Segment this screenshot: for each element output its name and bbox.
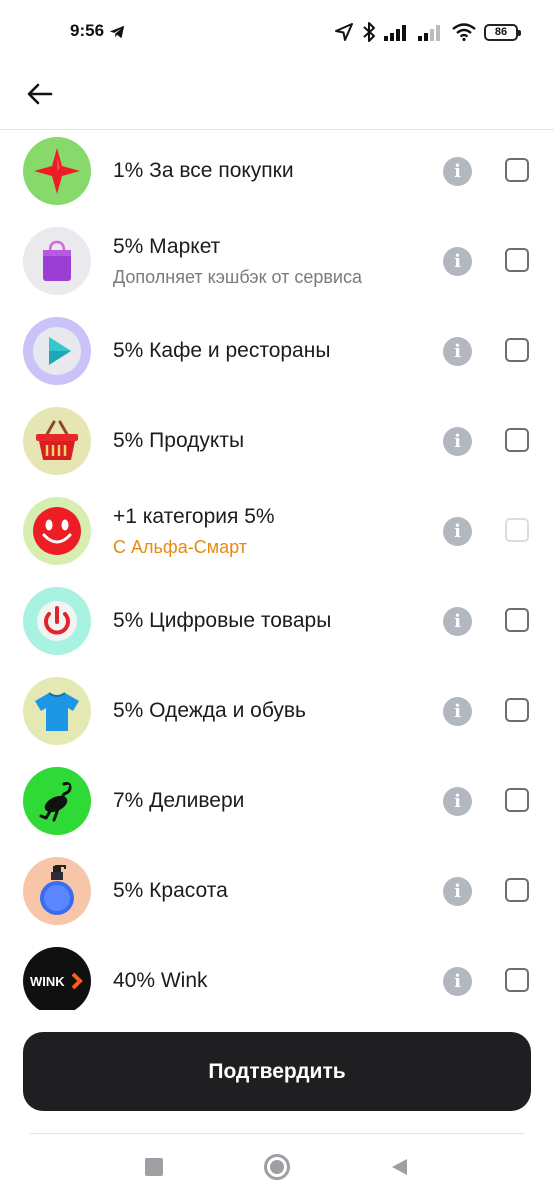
category-checkbox[interactable]	[505, 878, 529, 902]
nav-divider	[30, 1133, 524, 1134]
category-title: 1% За все покупки	[113, 159, 294, 182]
recent-apps-icon[interactable]	[145, 1158, 163, 1176]
category-checkbox[interactable]	[505, 698, 529, 722]
perfume-bottle-icon	[23, 857, 91, 925]
list-item[interactable]: 5% Одежда и обувь i	[0, 670, 554, 760]
top-bar	[0, 64, 554, 130]
list-item[interactable]: 5% Кафе и рестораны i	[0, 310, 554, 400]
back-button[interactable]	[22, 76, 58, 112]
category-title: 5% Красота	[113, 879, 228, 902]
category-checkbox[interactable]	[505, 428, 529, 452]
category-title: 40% Wink	[113, 969, 208, 992]
battery-level: 86	[494, 26, 508, 38]
bluetooth-icon	[363, 22, 375, 42]
category-checkbox[interactable]	[505, 248, 529, 272]
status-time: 9:56	[70, 21, 105, 40]
category-title: 5% Кафе и рестораны	[113, 339, 331, 362]
smiley-icon	[23, 497, 91, 565]
category-checkbox[interactable]	[505, 338, 529, 362]
category-list: 1% За все покупки i 5% Маркет Дополняет …	[0, 130, 554, 1010]
info-icon[interactable]: i	[443, 967, 472, 996]
category-checkbox[interactable]	[505, 968, 529, 992]
list-item[interactable]: 5% Маркет Дополняет кэшбэк от сервиса i	[0, 220, 554, 310]
category-title: 5% Продукты	[113, 429, 245, 452]
shopping-bag-icon	[23, 227, 91, 295]
home-icon[interactable]	[264, 1154, 290, 1180]
signal-icon	[418, 25, 440, 41]
tshirt-icon	[23, 677, 91, 745]
category-title: +1 категория 5%	[113, 505, 275, 528]
list-item[interactable]: 5% Красота i	[0, 850, 554, 940]
info-icon[interactable]: i	[443, 337, 472, 366]
info-icon[interactable]: i	[443, 247, 472, 276]
list-item[interactable]: 5% Цифровые товары i	[0, 580, 554, 670]
category-title: 5% Одежда и обувь	[113, 699, 306, 722]
category-checkbox	[505, 518, 529, 542]
info-icon[interactable]: i	[443, 787, 472, 816]
battery-icon: 86	[484, 23, 521, 41]
status-icons: 86	[334, 19, 521, 45]
svg-text:WINK: WINK	[30, 974, 65, 989]
location-icon	[335, 23, 353, 41]
wink-logo-icon: WINK	[23, 947, 91, 1010]
category-subtitle: С Альфа-Смарт	[113, 537, 247, 557]
info-icon[interactable]: i	[443, 607, 472, 636]
back-icon[interactable]	[389, 1157, 409, 1177]
confirm-button[interactable]: Подтвердить	[23, 1032, 531, 1111]
info-icon[interactable]: i	[443, 427, 472, 456]
info-icon[interactable]: i	[443, 157, 472, 186]
category-checkbox[interactable]	[505, 788, 529, 812]
list-item[interactable]: 1% За все покупки i	[0, 130, 554, 220]
info-icon[interactable]: i	[443, 517, 472, 546]
list-item[interactable]: WINK 40% Wink i	[0, 940, 554, 1010]
arrow-left-icon	[27, 83, 53, 105]
ostrich-icon	[23, 767, 91, 835]
category-subtitle: Дополняет кэшбэк от сервиса	[113, 267, 362, 287]
play-icon	[23, 317, 91, 385]
info-icon[interactable]: i	[443, 697, 472, 726]
status-bar: 9:56 86	[0, 0, 554, 64]
category-checkbox[interactable]	[505, 158, 529, 182]
list-item[interactable]: 7% Деливери i	[0, 760, 554, 850]
category-checkbox[interactable]	[505, 608, 529, 632]
telegram-icon	[109, 25, 125, 39]
category-title: 7% Деливери	[113, 789, 245, 812]
category-title: 5% Маркет	[113, 235, 221, 258]
list-item[interactable]: 5% Продукты i	[0, 400, 554, 490]
basket-icon	[23, 407, 91, 475]
red-star-icon	[23, 137, 91, 205]
list-item[interactable]: +1 категория 5% С Альфа-Смарт i	[0, 490, 554, 580]
wifi-icon	[452, 23, 476, 41]
info-icon[interactable]: i	[443, 877, 472, 906]
category-title: 5% Цифровые товары	[113, 609, 332, 632]
power-icon	[23, 587, 91, 655]
signal-icon	[384, 25, 406, 41]
